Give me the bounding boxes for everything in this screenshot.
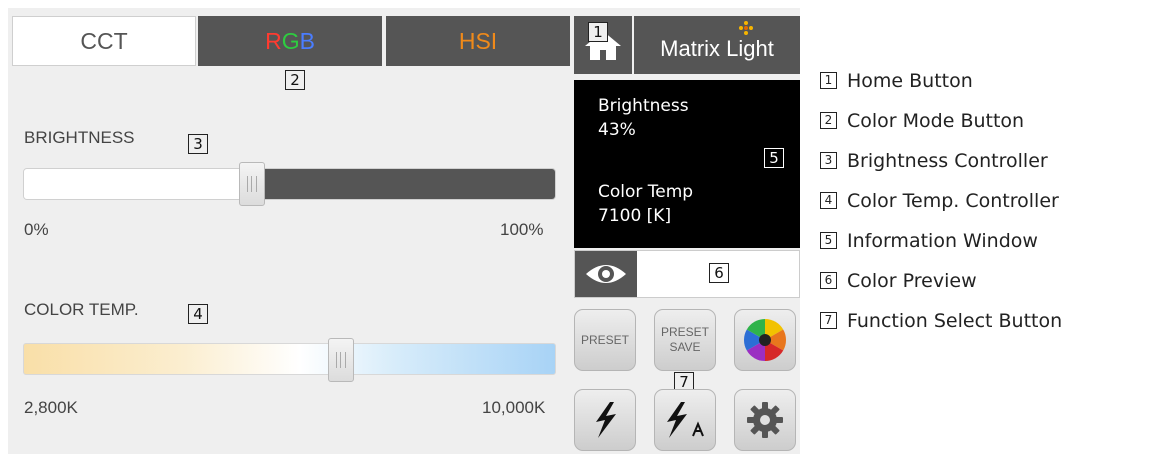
info-color-temp-value: 7100 [K] xyxy=(598,206,672,226)
marker-3: 3 xyxy=(188,134,208,154)
preset-save-button[interactable]: PRESET SAVE xyxy=(654,309,716,371)
tab-rgb[interactable]: RGB xyxy=(198,16,382,66)
color-preview: 6 xyxy=(574,250,800,298)
color-temp-max-label: 10,000K xyxy=(482,398,546,417)
lightning-icon xyxy=(596,402,616,438)
tab-hsi[interactable]: HSI xyxy=(386,16,570,66)
color-temp-min-label: 2,800K xyxy=(24,398,78,417)
marker-4: 4 xyxy=(188,304,208,324)
legend-number: 1 xyxy=(820,72,837,89)
preview-toggle-button[interactable] xyxy=(575,251,637,297)
brightness-remaining xyxy=(253,169,555,199)
info-brightness-label: Brightness xyxy=(598,96,689,116)
legend-text: Function Select Button xyxy=(847,309,1063,332)
brightness-thumb[interactable] xyxy=(239,162,266,206)
grip-icon xyxy=(336,352,347,368)
preset-save-label-1: PRESET xyxy=(660,325,709,339)
brightness-max-label: 100% xyxy=(500,220,544,239)
marker-5: 5 xyxy=(764,148,784,168)
tab-rgb-g: G xyxy=(281,27,300,54)
legend-number: 7 xyxy=(820,312,837,329)
legend-item: 2 Color Mode Button xyxy=(820,104,1062,137)
legend-text: Home Button xyxy=(847,69,973,92)
color-temp-slider[interactable] xyxy=(23,343,556,375)
legend-number: 2 xyxy=(820,112,837,129)
settings-button[interactable] xyxy=(734,389,796,451)
brightness-slider[interactable] xyxy=(23,168,556,200)
brightness-min-label: 0% xyxy=(24,220,49,239)
legend-text: Color Preview xyxy=(847,269,977,292)
legend-item: 7 Function Select Button xyxy=(820,304,1062,337)
legend-number: 5 xyxy=(820,232,837,249)
marker-6: 6 xyxy=(709,263,729,283)
legend-text: Color Temp. Controller xyxy=(847,189,1059,212)
eye-icon xyxy=(586,265,626,283)
lightning-effect-icon xyxy=(667,402,704,438)
legend-text: Information Window xyxy=(847,229,1038,252)
legend-item: 6 Color Preview xyxy=(820,264,1062,297)
tab-rgb-r: R xyxy=(265,27,282,54)
legend-text: Color Mode Button xyxy=(847,109,1025,132)
lightning-button[interactable] xyxy=(574,389,636,451)
legend-item: 1 Home Button xyxy=(820,64,1062,97)
info-brightness-value: 43% xyxy=(598,120,636,140)
color-temp-thumb[interactable] xyxy=(328,338,355,382)
tab-rgb-b: B xyxy=(299,27,315,54)
legend-text: Brightness Controller xyxy=(847,149,1048,172)
legend-item: 4 Color Temp. Controller xyxy=(820,184,1062,217)
grip-icon xyxy=(247,176,258,192)
info-color-temp-label: Color Temp xyxy=(598,182,694,202)
legend-number: 4 xyxy=(820,192,837,209)
controller-panel: CCT RGB HSI 2 BRIGHTNESS 3 0% 100% COLOR… xyxy=(8,8,800,454)
legend-item: 5 Information Window xyxy=(820,224,1062,257)
marker-1: 1 xyxy=(588,22,608,42)
color-wheel-button[interactable] xyxy=(734,309,796,371)
brand-logo: Matrix Light xyxy=(634,16,800,74)
gear-icon xyxy=(747,402,783,438)
tab-cct-label: CCT xyxy=(80,27,128,54)
information-window: Brightness 43% 5 Color Temp 7100 [K] xyxy=(574,80,800,248)
preset-save-label-2: SAVE xyxy=(669,340,701,354)
preset-button[interactable]: PRESET xyxy=(574,309,636,371)
marker-2: 2 xyxy=(285,70,305,90)
preset-label: PRESET xyxy=(580,332,629,347)
tab-hsi-label: HSI xyxy=(458,27,498,54)
brightness-label: BRIGHTNESS xyxy=(24,128,135,147)
legend: 1 Home Button 2 Color Mode Button 3 Brightnes… xyxy=(820,64,1062,344)
brightness-fill xyxy=(24,169,254,199)
logo-dots-icon xyxy=(739,21,753,35)
color-temp-label: COLOR TEMP. xyxy=(24,300,139,319)
legend-item: 3 Brightness Controller xyxy=(820,144,1062,177)
lightning-effect-button[interactable] xyxy=(654,389,716,451)
legend-number: 3 xyxy=(820,152,837,169)
color-wheel-icon xyxy=(743,319,787,361)
tab-cct[interactable]: CCT xyxy=(12,16,196,66)
legend-number: 6 xyxy=(820,272,837,289)
